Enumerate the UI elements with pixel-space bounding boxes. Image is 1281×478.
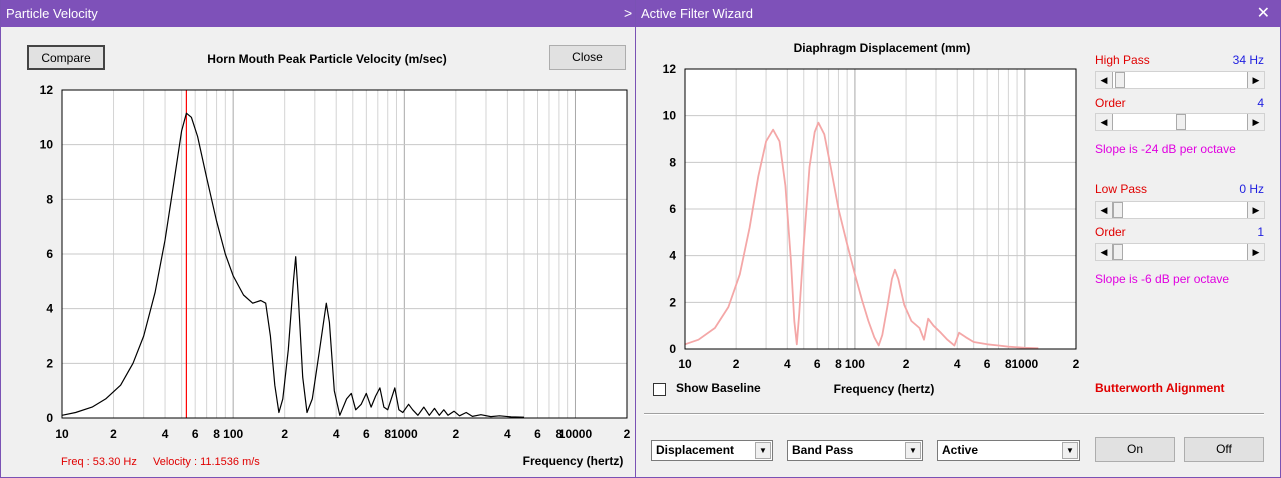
y-tick-label: 6: [46, 247, 53, 261]
low-pass-slider[interactable]: ◀ ▶: [1095, 201, 1265, 219]
x-tick-label: 10000: [559, 427, 593, 441]
mode-select[interactable]: Displacement ▼: [651, 440, 773, 461]
alignment-text: Butterworth Alignment: [1095, 381, 1225, 395]
show-baseline-checkbox[interactable]: [653, 383, 666, 396]
hp-order-label: Order: [1095, 96, 1126, 110]
high-pass-label: High Pass: [1095, 53, 1150, 67]
left-title-bar: Particle Velocity: [1, 0, 635, 27]
close-icon[interactable]: ✕: [1257, 0, 1270, 27]
low-pass-slider-thumb[interactable]: [1113, 202, 1123, 218]
low-pass-value: 0 Hz: [1239, 182, 1264, 196]
off-button[interactable]: Off: [1184, 437, 1264, 462]
y-tick-label: 2: [669, 295, 676, 309]
mode-select-value: Displacement: [656, 443, 735, 457]
y-tick-label: 0: [46, 411, 53, 425]
scroll-right-icon[interactable]: ▶: [1247, 202, 1264, 218]
y-tick-label: 8: [669, 155, 676, 169]
y-tick-label: 12: [663, 62, 677, 76]
x-tick-label: 2: [624, 427, 631, 441]
particle-velocity-window: Particle Velocity Compare Close Horn Mou…: [0, 0, 635, 478]
high-pass-slider[interactable]: ◀ ▶: [1095, 71, 1265, 89]
x-tick-label: 2: [1073, 357, 1080, 371]
active-filter-wizard-window: > Active Filter Wizard ✕ Diaphragm Displ…: [624, 0, 1281, 478]
chevron-down-icon[interactable]: ▼: [1062, 442, 1078, 459]
lp-slope-text: Slope is -6 dB per octave: [1095, 272, 1230, 286]
y-tick-label: 0: [669, 342, 676, 356]
velocity-chart: Horn Mouth Peak Particle Velocity (m/sec…: [40, 52, 631, 468]
hp-order-value: 4: [1257, 96, 1264, 110]
x-tick-label: 2: [903, 357, 910, 371]
lp-order-label: Order: [1095, 225, 1126, 239]
right-window-title: Active Filter Wizard: [641, 6, 753, 21]
x-tick-label: 4: [333, 427, 340, 441]
on-button[interactable]: On: [1095, 437, 1175, 462]
x-tick-label: 8: [213, 427, 220, 441]
status-velocity: Velocity : 11.1536 m/s: [153, 456, 260, 468]
x-tick-label: 4: [162, 427, 169, 441]
x-tick-label: 2: [110, 427, 117, 441]
chevron-down-icon[interactable]: ▼: [755, 442, 771, 459]
y-tick-label: 10: [663, 109, 677, 123]
x-tick-label: 6: [363, 427, 370, 441]
x-tick-label: 4: [954, 357, 961, 371]
active-select[interactable]: Active ▼: [937, 440, 1080, 461]
x-tick-label: 1000: [1011, 357, 1038, 371]
x-tick-label: 100: [223, 427, 243, 441]
filter-type-select[interactable]: Band Pass ▼: [787, 440, 923, 461]
chevron-down-icon[interactable]: ▼: [905, 442, 921, 459]
x-tick-label: 6: [984, 357, 991, 371]
x-tick-label: 6: [192, 427, 199, 441]
high-pass-value: 34 Hz: [1232, 53, 1264, 67]
scroll-left-icon[interactable]: ◀: [1096, 244, 1113, 260]
low-pass-label: Low Pass: [1095, 182, 1148, 196]
scroll-left-icon[interactable]: ◀: [1096, 72, 1113, 88]
displacement-chart-title: Diaphragm Displacement (mm): [794, 41, 971, 55]
hp-order-slider[interactable]: ◀ ▶: [1095, 113, 1265, 131]
y-tick-label: 4: [46, 302, 53, 316]
active-select-value: Active: [942, 443, 979, 457]
displacement-chart: Diaphragm Displacement (mm) Frequency (h…: [663, 41, 1080, 396]
x-tick-label: 2: [452, 427, 459, 441]
x-tick-label: 2: [733, 357, 740, 371]
on-button-label: On: [1126, 442, 1143, 456]
filter-type-select-value: Band Pass: [792, 443, 854, 457]
lp-order-slider[interactable]: ◀ ▶: [1095, 243, 1265, 261]
x-tick-label: 10: [678, 357, 692, 371]
x-tick-label: 4: [784, 357, 791, 371]
x-tick-label: 6: [534, 427, 541, 441]
x-tick-label: 10: [55, 427, 69, 441]
hp-slope-text: Slope is -24 dB per octave: [1095, 142, 1236, 156]
y-tick-label: 2: [46, 356, 53, 370]
y-tick-label: 10: [40, 138, 54, 152]
y-tick-label: 6: [669, 202, 676, 216]
status-frequency: Freq : 53.30 Hz: [61, 456, 137, 468]
x-tick-label: 100: [845, 357, 865, 371]
chevron-right-icon: >: [624, 5, 633, 21]
left-window-title: Particle Velocity: [6, 6, 98, 21]
scroll-left-icon[interactable]: ◀: [1096, 202, 1113, 218]
velocity-chart-title: Horn Mouth Peak Particle Velocity (m/sec…: [207, 52, 446, 66]
scroll-right-icon[interactable]: ▶: [1247, 114, 1264, 130]
high-pass-slider-thumb[interactable]: [1115, 72, 1125, 88]
right-title-bar: > Active Filter Wizard ✕: [624, 0, 1280, 27]
scroll-left-icon[interactable]: ◀: [1096, 114, 1113, 130]
show-baseline-label: Show Baseline: [676, 381, 761, 395]
y-tick-label: 4: [669, 249, 676, 263]
y-tick-label: 12: [40, 83, 54, 97]
lp-order-value: 1: [1257, 225, 1264, 239]
y-tick-label: 8: [46, 192, 53, 206]
lp-order-slider-thumb[interactable]: [1113, 244, 1123, 260]
displacement-x-axis-label: Frequency (hertz): [834, 382, 935, 396]
x-tick-label: 2: [281, 427, 288, 441]
scroll-right-icon[interactable]: ▶: [1247, 72, 1264, 88]
divider: [644, 413, 1264, 415]
x-tick-label: 8: [835, 357, 842, 371]
scroll-right-icon[interactable]: ▶: [1247, 244, 1264, 260]
velocity-x-axis-label: Frequency (hertz): [523, 454, 624, 468]
x-tick-label: 4: [504, 427, 511, 441]
x-tick-label: 1000: [391, 427, 418, 441]
x-tick-label: 6: [814, 357, 821, 371]
off-button-label: Off: [1216, 442, 1232, 456]
hp-order-slider-thumb[interactable]: [1176, 114, 1186, 130]
